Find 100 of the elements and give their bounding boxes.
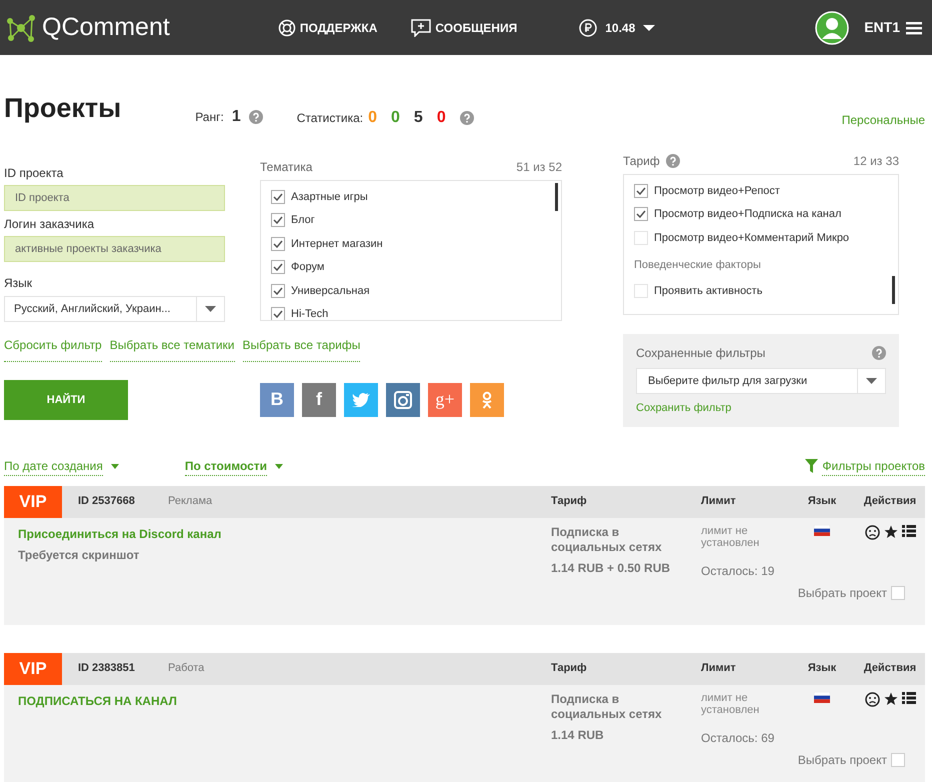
instagram-share-button[interactable] — [386, 382, 420, 417]
checkbox[interactable] — [271, 190, 285, 204]
remaining-count: Осталось: 69 — [701, 730, 776, 747]
stat-value: 0 — [368, 108, 377, 128]
checkbox[interactable] — [891, 586, 905, 600]
checkbox-label[interactable]: Интернет магазин — [291, 236, 383, 252]
checkbox[interactable] — [271, 284, 285, 298]
project-category: Работа — [168, 661, 204, 676]
checkbox[interactable] — [634, 207, 648, 222]
rank-label: Ранг: — [195, 109, 224, 126]
bird-icon — [352, 392, 370, 408]
nav-link[interactable]: ПОДДЕРЖКА — [300, 18, 378, 36]
project-category: Реклама — [168, 494, 212, 510]
vip-badge: VIP — [4, 652, 62, 684]
facebook-share-button[interactable]: f — [302, 382, 336, 417]
sad-face-icon[interactable] — [864, 524, 880, 540]
stat-value: 5 — [414, 108, 423, 128]
checkbox-label[interactable]: Hi-Tech — [291, 306, 328, 320]
saved-filter-select[interactable]: Выберите фильтр для загрузки — [636, 368, 886, 394]
caret-down-icon — [205, 306, 216, 312]
column-header: Язык — [806, 494, 838, 510]
checkbox[interactable] — [891, 752, 905, 767]
language-select[interactable]: Русский, Английский, Украин... — [4, 296, 225, 322]
help-icon[interactable] — [248, 110, 263, 124]
checkbox[interactable] — [271, 236, 285, 251]
section-label: Тематика — [260, 159, 312, 176]
menu-icon[interactable] — [906, 20, 922, 34]
person-figure-icon — [481, 390, 493, 409]
star-icon[interactable] — [884, 524, 898, 538]
checkbox[interactable] — [634, 184, 648, 198]
remaining-count: Осталось: 19 — [701, 562, 776, 580]
network-logo-icon — [6, 12, 36, 42]
checkbox-label[interactable]: Блог — [291, 212, 315, 228]
tariff-name: Подписка в социальных сетях — [551, 692, 663, 722]
checkbox-label[interactable]: Форум — [291, 259, 324, 276]
column-header: Язык — [806, 661, 838, 676]
nav-link[interactable]: СООБЩЕНИЯ — [435, 18, 518, 36]
select-project-label: Выбрать проект — [798, 752, 887, 769]
checkbox-label[interactable]: Универсальная — [291, 282, 370, 299]
sad-face-icon[interactable] — [864, 692, 880, 706]
stat-value: 0 — [436, 108, 446, 128]
vip-badge: VIP — [4, 486, 62, 518]
column-header: Лимит — [701, 494, 737, 510]
column-header: Тариф — [551, 661, 588, 676]
help-icon[interactable] — [872, 346, 886, 360]
message-plus-icon — [411, 18, 432, 36]
select-project-label: Выбрать проект — [798, 584, 887, 602]
stats-label: Статистика: — [296, 110, 364, 127]
checkbox-label[interactable]: Просмотр видео+Репост — [654, 182, 780, 199]
user-avatar-icon[interactable] — [815, 10, 850, 44]
list-icon[interactable] — [902, 524, 916, 536]
field-label: Язык — [4, 275, 34, 292]
limit-text: лимит не установлен — [701, 692, 760, 717]
russian-flag-icon — [814, 524, 830, 536]
checkbox[interactable] — [271, 307, 285, 320]
tariff-name: Подписка в социальных сетях — [551, 524, 663, 554]
scrollbar-thumb[interactable] — [555, 183, 558, 211]
column-header: Действия — [862, 494, 918, 510]
customer-login-field[interactable]: активные проекты заказчика — [4, 236, 225, 262]
field-label: Логин заказчика — [4, 216, 96, 233]
filter-icon[interactable] — [805, 459, 818, 473]
column-header: Тариф — [551, 494, 588, 510]
selection-count: 51 из 52 — [516, 159, 562, 176]
section-label: Тариф — [623, 153, 660, 170]
checkbox[interactable] — [271, 213, 285, 228]
russian-flag-icon — [814, 692, 830, 702]
star-icon[interactable] — [884, 692, 898, 706]
user-name[interactable]: ENT1 — [864, 17, 900, 38]
checkbox-label[interactable]: Просмотр видео+Комментарий Микро — [654, 230, 850, 246]
project-requirement: Требуется скриншот — [18, 546, 140, 564]
limit-text: лимит не установлен — [701, 524, 760, 550]
stat-value: 0 — [391, 108, 400, 128]
help-icon[interactable] — [460, 111, 474, 125]
checkbox-label[interactable]: Просмотр видео+Подписка на канал — [654, 206, 842, 222]
rank-value: 1 — [232, 107, 241, 127]
caret-down-icon — [866, 378, 877, 384]
group-heading: Поведенческие факторы — [634, 258, 762, 274]
scrollbar-thumb[interactable] — [892, 276, 895, 304]
logo-text[interactable]: QComment — [42, 8, 170, 46]
help-icon[interactable] — [666, 154, 680, 168]
ruble-coin-icon — [579, 18, 598, 36]
list-icon[interactable] — [902, 692, 916, 704]
section-label: Сохраненные фильтры — [636, 345, 766, 362]
project-id: ID 2383851 — [78, 661, 136, 676]
project-price: 1.14 RUB — [551, 726, 605, 744]
project-id-field[interactable]: ID проекта — [4, 185, 225, 211]
column-header: Лимит — [701, 661, 737, 676]
project-id: ID 2537668 — [78, 494, 136, 510]
caret-down-icon[interactable] — [643, 24, 656, 32]
checkbox[interactable] — [271, 260, 285, 274]
field-label: ID проекта — [4, 165, 64, 182]
column-header: Действия — [862, 661, 918, 676]
lifebuoy-icon — [278, 18, 296, 36]
balance-amount[interactable]: 10.48 — [605, 18, 636, 36]
checkbox-label[interactable]: Азартные игры — [291, 188, 368, 205]
page-title: Проекты — [4, 92, 122, 124]
camera-icon — [394, 390, 412, 409]
selection-count: 12 из 33 — [853, 153, 899, 170]
project-price: 1.14 RUB + 0.50 RUB — [551, 560, 672, 576]
checkbox-label[interactable]: Проявить активность — [654, 283, 762, 300]
